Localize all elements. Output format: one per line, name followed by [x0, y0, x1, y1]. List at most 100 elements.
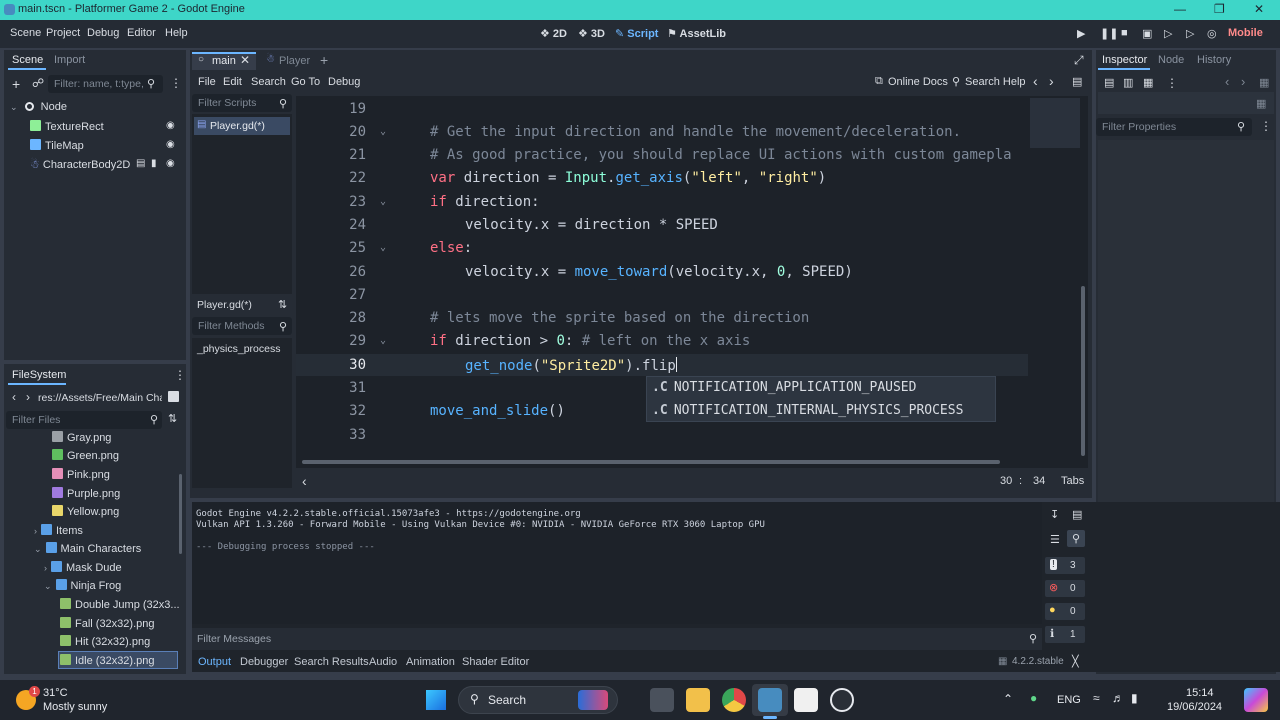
- menu-help[interactable]: Help: [165, 27, 188, 39]
- code-editor[interactable]: 19 20 21 22 23 24 25 26 27 28 29 30 31 3…: [296, 96, 1088, 468]
- godot-version[interactable]: 4.2.2.stable: [1012, 656, 1064, 667]
- object-history-icon[interactable]: ▦: [1259, 76, 1269, 89]
- movie-maker-icon[interactable]: ◎: [1207, 27, 1217, 40]
- forward-arrow-icon[interactable]: ›: [26, 390, 30, 404]
- online-docs-button[interactable]: Online Docs: [888, 76, 948, 88]
- scene-filter-input[interactable]: Filter: name, t:type,: [48, 75, 163, 93]
- file-item[interactable]: Green.png: [52, 449, 119, 462]
- tree-node-texturerect[interactable]: TextureRect: [30, 120, 104, 133]
- folder-item[interactable]: › Items: [34, 524, 83, 537]
- history-forward-icon[interactable]: ›: [1049, 73, 1054, 89]
- show-hidden-icons[interactable]: ⌃: [1003, 692, 1013, 706]
- inspector-menu-icon[interactable]: ⋮: [1166, 76, 1178, 90]
- script-icon[interactable]: ▤: [136, 158, 145, 169]
- play-scene-icon[interactable]: ▷: [1164, 27, 1172, 40]
- distraction-free-icon[interactable]: ⤢: [1074, 53, 1084, 68]
- file-item[interactable]: Pink.png: [52, 468, 110, 481]
- filesystem-menu-icon[interactable]: ⋮: [174, 368, 186, 382]
- split-view-icon[interactable]: [168, 391, 179, 402]
- file-item[interactable]: Purple.png: [52, 487, 120, 500]
- remote-debug-icon[interactable]: ▣: [1142, 27, 1152, 40]
- menu-editor[interactable]: Editor: [127, 27, 156, 39]
- tab-import[interactable]: Import: [54, 54, 85, 66]
- menu-debug[interactable]: Debug: [87, 27, 119, 39]
- fold-arrow-icon[interactable]: ⌄: [380, 242, 386, 253]
- script-menu-goto[interactable]: Go To: [291, 76, 320, 88]
- tree-node-tilemap[interactable]: TileMap: [30, 139, 84, 152]
- tree-node-root[interactable]: ⌄ Node: [10, 101, 67, 113]
- filter-properties-input[interactable]: Filter Properties: [1096, 118, 1252, 136]
- pin-panel-icon[interactable]: ╳: [1072, 655, 1079, 668]
- close-tab-icon[interactable]: ✕: [240, 53, 250, 67]
- history-back-icon[interactable]: ‹: [1033, 73, 1038, 89]
- signal-icon[interactable]: ▮: [151, 158, 157, 169]
- notion-icon[interactable]: [794, 688, 818, 712]
- bottom-tab-animation[interactable]: Animation: [406, 656, 455, 668]
- weather-description[interactable]: Mostly sunny: [43, 701, 107, 713]
- search-help-button[interactable]: Search Help: [965, 76, 1026, 88]
- script-menu-search[interactable]: Search: [251, 76, 286, 88]
- fold-arrow-icon[interactable]: ⌄: [380, 126, 386, 137]
- tab-node[interactable]: Node: [1158, 54, 1184, 66]
- new-resource-icon[interactable]: ▤: [1104, 76, 1114, 89]
- properties-menu-icon[interactable]: ▦: [1256, 97, 1266, 110]
- visibility-eye-icon[interactable]: ◉: [166, 158, 175, 169]
- filesystem-path-field[interactable]: res://Assets/Free/Main Cha: [38, 392, 162, 404]
- sort-icon[interactable]: ⇅: [278, 298, 287, 311]
- copy-output-icon[interactable]: ▤: [1072, 508, 1082, 521]
- autocomplete-item[interactable]: .C NOTIFICATION_INTERNAL_PHYSICS_PROCESS: [652, 403, 963, 418]
- workspace-assetlib-button[interactable]: ⚑ AssetLib: [667, 27, 726, 40]
- volume-icon[interactable]: ♬: [1112, 691, 1124, 705]
- obs-recording-icon[interactable]: [830, 688, 854, 712]
- workspace-3d-button[interactable]: ❖ 3D: [578, 27, 605, 40]
- menu-scene[interactable]: Scene: [10, 27, 41, 39]
- link-icon[interactable]: ☍: [32, 76, 44, 90]
- task-view-icon[interactable]: [650, 688, 674, 712]
- clear-output-icon[interactable]: ↧: [1050, 508, 1059, 521]
- filter-scripts-input[interactable]: Filter Scripts: [192, 94, 292, 112]
- add-scene-tab-icon[interactable]: +: [320, 52, 328, 68]
- clock-time[interactable]: 15:14: [1186, 687, 1214, 699]
- code-minimap[interactable]: [1028, 96, 1084, 156]
- play-custom-scene-icon[interactable]: ▷: [1186, 27, 1194, 40]
- microphone-icon[interactable]: ●: [1030, 691, 1037, 705]
- copilot-icon[interactable]: [1244, 688, 1268, 712]
- folder-item[interactable]: ⌄ Ninja Frog: [44, 579, 121, 592]
- chrome-icon[interactable]: [722, 688, 746, 712]
- history-back-icon[interactable]: ‹: [1225, 74, 1229, 89]
- tab-scene[interactable]: Scene: [12, 54, 43, 66]
- play-icon[interactable]: ▶: [1077, 27, 1085, 40]
- save-icon[interactable]: ▦: [1143, 76, 1153, 89]
- bottom-tab-output[interactable]: Output: [198, 656, 231, 668]
- fold-arrow-icon[interactable]: ⌄: [380, 335, 386, 346]
- bottom-tab-debugger[interactable]: Debugger: [240, 656, 288, 668]
- filter-files-input[interactable]: Filter Files: [6, 411, 162, 429]
- file-item[interactable]: Hit (32x32).png: [60, 635, 150, 648]
- filesystem-scrollbar[interactable]: [179, 474, 182, 554]
- tab-history[interactable]: History: [1197, 54, 1231, 66]
- workspace-script-button[interactable]: ✎ Script: [615, 27, 658, 40]
- filter-messages-input[interactable]: Filter Messages: [197, 633, 271, 645]
- tab-inspector[interactable]: Inspector: [1102, 54, 1147, 66]
- tree-node-characterbody2d[interactable]: ☃ CharacterBody2D: [30, 158, 130, 171]
- filter-lines-icon[interactable]: ☰: [1050, 533, 1060, 546]
- script-menu-edit[interactable]: Edit: [223, 76, 242, 88]
- file-item[interactable]: Double Jump (32x3...: [60, 598, 180, 611]
- folder-item[interactable]: › Mask Dude: [44, 561, 122, 574]
- workspace-2d-button[interactable]: ❖ 2D: [540, 27, 567, 40]
- battery-icon[interactable]: ▮: [1131, 691, 1138, 705]
- add-node-icon[interactable]: +: [12, 76, 20, 92]
- visibility-eye-icon[interactable]: ◉: [166, 139, 175, 150]
- maximize-button[interactable]: ❐: [1214, 2, 1225, 16]
- pause-icon[interactable]: ❚❚: [1100, 27, 1118, 40]
- bottom-tab-shader-editor[interactable]: Shader Editor: [462, 656, 529, 668]
- renderer-select[interactable]: Mobile: [1228, 27, 1263, 39]
- properties-options-icon[interactable]: ⋮: [1260, 119, 1272, 133]
- method-item[interactable]: _physics_process: [197, 343, 280, 355]
- script-menu-debug[interactable]: Debug: [328, 76, 360, 88]
- collapse-script-list-icon[interactable]: ‹: [302, 473, 307, 489]
- autocomplete-item[interactable]: .C NOTIFICATION_APPLICATION_PAUSED: [652, 380, 916, 395]
- file-item[interactable]: Fall (32x32).png: [60, 617, 155, 630]
- file-item-selected[interactable]: Idle (32x32).png: [60, 654, 155, 667]
- weather-temperature[interactable]: 31°C: [43, 687, 68, 699]
